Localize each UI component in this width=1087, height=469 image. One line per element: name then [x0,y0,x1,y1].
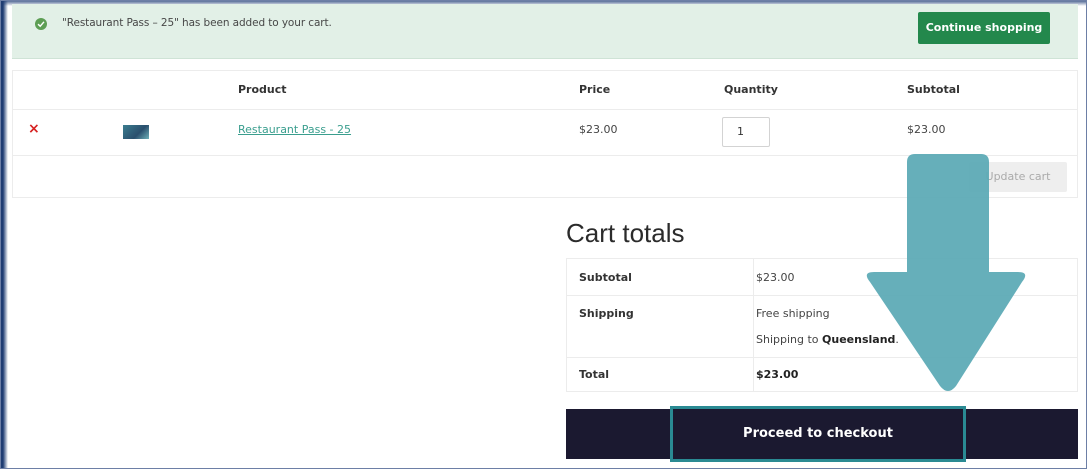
shipping-to-prefix: Shipping to [756,333,819,346]
totals-subtotal-row: Subtotal $23.00 [567,259,1077,296]
cart-totals-title: Cart totals [566,218,685,248]
column-subtotal: Subtotal [907,83,960,96]
total-label: Total [579,368,610,381]
shipping-label: Shipping [579,307,634,320]
shipping-destination: Shipping to Queensland. [756,333,899,346]
shipping-region: Queensland [822,333,896,346]
cart-table-header: Product Price Quantity Subtotal [13,71,1077,110]
continue-shopping-button[interactable]: Continue shopping [918,12,1050,44]
cart-notice: "Restaurant Pass – 25" has been added to… [12,4,1078,59]
update-cart-button[interactable]: Update cart [969,162,1067,192]
subtotal-label: Subtotal [579,271,632,284]
totals-shipping-row: Shipping Free shipping Shipping to Queen… [567,295,1077,358]
totals-total-row: Total $23.00 [567,357,1077,391]
quantity-input[interactable]: 1 [722,117,770,147]
notice-message: "Restaurant Pass – 25" has been added to… [62,17,332,29]
total-value: $23.00 [756,368,799,381]
column-price: Price [579,83,611,96]
proceed-to-checkout-button[interactable]: Proceed to checkout [670,406,966,462]
shipping-method: Free shipping [756,307,830,320]
cart-table: Product Price Quantity Subtotal × Restau… [12,70,1078,198]
shipping-to-suffix: . [895,333,899,346]
product-name-link[interactable]: Restaurant Pass - 25 [238,123,351,136]
column-product: Product [238,83,287,96]
table-row: × Restaurant Pass - 25 $23.00 1 $23.00 [13,109,1077,156]
check-circle-icon [35,18,47,30]
column-quantity: Quantity [724,83,778,96]
product-thumbnail[interactable] [123,125,149,139]
subtotal-value: $23.00 [756,271,795,284]
remove-item-icon[interactable]: × [28,121,40,137]
totals-column-divider [753,259,754,391]
cart-totals-table: Subtotal $23.00 Shipping Free shipping S… [566,258,1078,392]
item-subtotal: $23.00 [907,123,946,136]
item-price: $23.00 [579,123,618,136]
